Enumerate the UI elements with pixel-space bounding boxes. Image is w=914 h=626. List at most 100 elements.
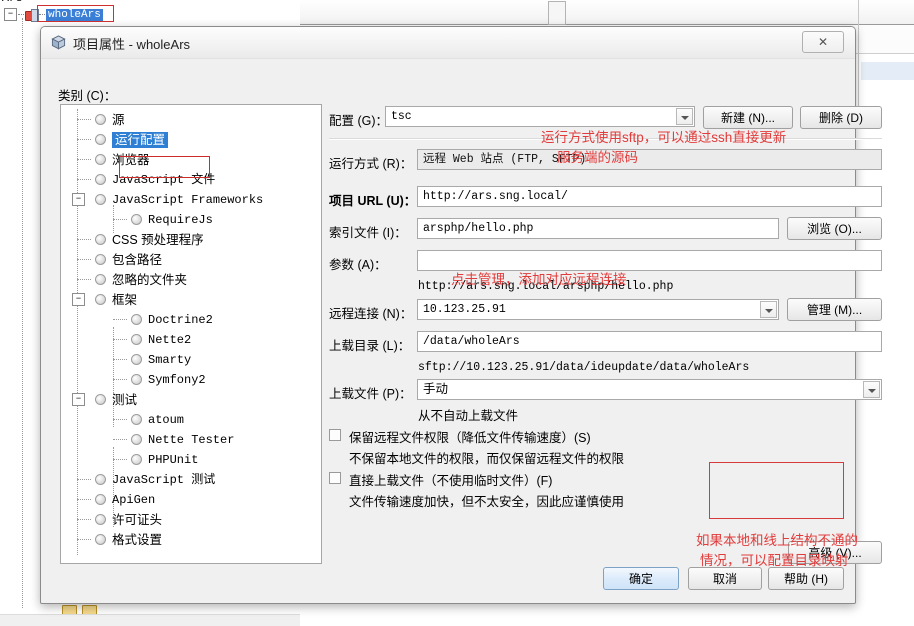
tree-item-label: 源 (112, 112, 125, 127)
tree-item-7[interactable]: 包含路径 (77, 250, 162, 268)
ide-scrollbar-thumb[interactable] (548, 1, 566, 25)
bullet-icon (95, 194, 106, 206)
package-icon (51, 35, 66, 50)
delete-config-button[interactable]: 删除 (D) (800, 106, 882, 129)
ide-toolbar-strip (260, 0, 914, 25)
tree-expander-icon[interactable]: − (4, 8, 17, 21)
bullet-icon (95, 294, 106, 306)
bullet-icon (95, 254, 106, 266)
bullet-icon (131, 454, 142, 466)
ok-button[interactable]: 确定 (603, 567, 679, 590)
projecturl-label: 项目 URL (U)： (329, 194, 417, 208)
tree-item-label: 忽略的文件夹 (112, 272, 188, 287)
tree-item-label: 测试 (112, 392, 138, 407)
remoteconn-value: 10.123.25.91 (423, 303, 506, 316)
keep-permissions-checkbox[interactable] (329, 429, 341, 441)
tree-item-14[interactable]: 测试 (77, 390, 137, 408)
tree-item-11[interactable]: Nette2 (113, 330, 191, 348)
tree-item-label: Smarty (148, 352, 192, 367)
tree-guideline (22, 18, 23, 608)
annotation-advanced-line2: 情况，可以配置目录映射 (700, 553, 849, 568)
remoteconn-label: 远程连接 (N)： (329, 307, 413, 321)
args-input[interactable] (417, 250, 882, 271)
bullet-icon (95, 394, 106, 406)
uploadfiles-label: 上载文件 (P)： (329, 387, 412, 401)
new-config-button[interactable]: 新建 (N)... (703, 106, 793, 129)
tree-item-label: 包含路径 (112, 252, 163, 267)
tree-item-19[interactable]: ApiGen (77, 490, 155, 508)
projecturl-input[interactable]: http://ars.sng.local/ (417, 186, 882, 207)
bullet-icon (95, 114, 106, 126)
bullet-icon (95, 534, 106, 546)
tree-item-10[interactable]: Doctrine2 (113, 310, 213, 328)
config-value: tsc (391, 110, 412, 123)
bullet-icon (131, 374, 142, 386)
tree-item-8[interactable]: 忽略的文件夹 (77, 270, 187, 288)
dialog-titlebar[interactable]: 项目属性 - wholeArs ✕ (41, 27, 855, 59)
config-combo[interactable]: tsc (385, 106, 695, 127)
bullet-icon (131, 334, 142, 346)
tree-item-16[interactable]: Nette Tester (113, 430, 234, 448)
tree-item-label: Nette2 (148, 332, 192, 347)
tree-item-label: PHPUnit (148, 452, 199, 467)
ide-horizontal-scrollbar[interactable] (0, 614, 300, 626)
bullet-icon (95, 234, 106, 246)
tree-item-20[interactable]: 许可证头 (77, 510, 162, 528)
ide-panel-divider (858, 0, 859, 118)
bullet-icon (95, 174, 106, 186)
uploaddir-input[interactable]: /data/wholeArs (417, 331, 882, 352)
bullet-icon (95, 274, 106, 286)
direct-upload-checkbox[interactable] (329, 472, 341, 484)
uploadfiles-value: 手动 (423, 382, 449, 396)
runmode-label: 运行方式 (R)： (329, 157, 413, 171)
annotation-box-advanced (709, 462, 844, 519)
category-label: 类别 (C)： (58, 89, 117, 103)
args-label: 参数 (A)： (329, 258, 387, 272)
bullet-icon (95, 154, 106, 166)
tree-item-0[interactable]: 源 (77, 110, 125, 128)
tree-item-label-selected: 运行配置 (112, 131, 169, 148)
close-icon[interactable]: ✕ (802, 31, 844, 53)
manage-button[interactable]: 管理 (M)... (787, 298, 882, 321)
tree-item-label: Symfony2 (148, 372, 206, 387)
tree-item-5[interactable]: RequireJs (113, 210, 213, 228)
tree-item-21[interactable]: 格式设置 (77, 530, 162, 548)
cancel-button[interactable]: 取消 (688, 567, 762, 590)
tree-item-label: 许可证头 (112, 512, 163, 527)
remoteconn-combo[interactable]: 10.123.25.91 (417, 299, 779, 320)
dialog-title: 项目属性 - wholeArs (73, 37, 191, 52)
chevron-down-icon[interactable] (676, 108, 693, 125)
tree-node-ars[interactable]: Ars (2, 0, 23, 5)
tree-item-label: CSS 预处理程序 (112, 232, 204, 247)
chevron-down-icon[interactable] (760, 301, 777, 318)
indexfile-input[interactable]: arsphp/hello.php (417, 218, 779, 239)
tree-item-label: 框架 (112, 292, 138, 307)
chevron-down-icon[interactable] (863, 381, 880, 398)
annotation-remoteconn: 点击管理，添加对应远程连接 (451, 272, 627, 287)
annotation-advanced-line1: 如果本地和线上结构不通的 (696, 533, 858, 548)
tree-item-6[interactable]: CSS 预处理程序 (77, 230, 204, 248)
tree-item-17[interactable]: PHPUnit (113, 450, 198, 468)
runmode-value: 远程 Web 站点 (FTP, SFTP) (417, 149, 882, 170)
tree-item-label: JavaScript 测试 (112, 472, 216, 487)
tree-item-9[interactable]: 框架 (77, 290, 137, 308)
bullet-icon (95, 134, 106, 146)
tree-dotline (18, 14, 24, 15)
direct-upload-label[interactable]: 直接上载文件（不使用临时文件）(F) (349, 470, 552, 489)
tree-item-label: 格式设置 (112, 532, 163, 547)
uploadfiles-combo[interactable]: 手动 (417, 379, 882, 400)
tree-item-18[interactable]: JavaScript 测试 (77, 470, 215, 488)
tree-item-1[interactable]: 运行配置 (77, 130, 169, 148)
bullet-icon (131, 314, 142, 326)
tree-item-15[interactable]: atoum (113, 410, 184, 428)
tree-item-4[interactable]: JavaScript Frameworks (77, 190, 263, 208)
browse-button[interactable]: 浏览 (O)... (787, 217, 882, 240)
tree-item-12[interactable]: Smarty (113, 350, 191, 368)
bullet-icon (131, 434, 142, 446)
keep-permissions-label[interactable]: 保留远程文件权限（降低文件传输速度）(S) (349, 427, 591, 446)
tree-item-label: Nette Tester (148, 432, 235, 447)
help-button[interactable]: 帮助 (H) (768, 567, 844, 590)
uploaddir-label: 上载目录 (L)： (329, 339, 411, 353)
tree-item-label: Doctrine2 (148, 312, 213, 327)
tree-item-13[interactable]: Symfony2 (113, 370, 206, 388)
